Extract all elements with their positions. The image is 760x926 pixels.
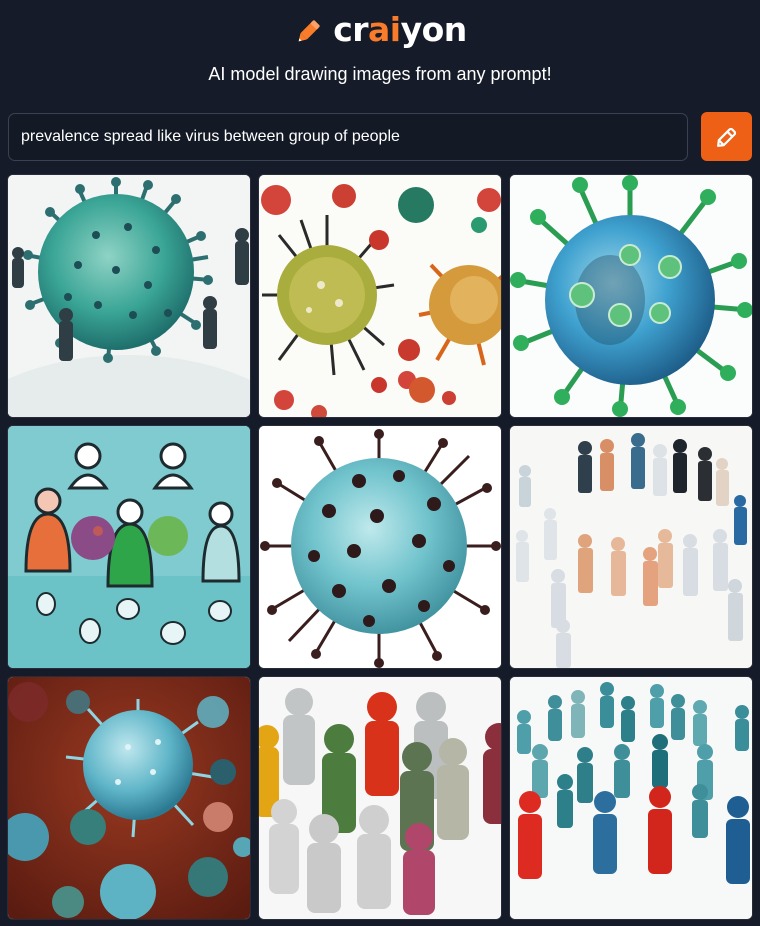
virus-image [259, 175, 501, 417]
logo-accent: ai [368, 10, 401, 49]
virus-image [510, 175, 752, 417]
people-image [510, 677, 752, 919]
virus-image [259, 426, 501, 668]
image-grid [8, 175, 752, 919]
logo-suffix: yon [400, 10, 468, 49]
generated-image-4[interactable] [8, 426, 250, 668]
logo[interactable]: craiyon [0, 10, 760, 50]
pencil-icon [716, 127, 736, 147]
generated-image-8[interactable] [259, 677, 501, 919]
generated-image-6[interactable] [510, 426, 752, 668]
pencil-icon [298, 20, 320, 42]
craiyon-page: craiyon AI model drawing images from any… [0, 0, 760, 926]
logo-prefix: cr [333, 10, 369, 49]
generated-image-5[interactable] [259, 426, 501, 668]
virus-image [8, 175, 250, 417]
prompt-input[interactable] [8, 113, 688, 161]
generated-image-7[interactable] [8, 677, 250, 919]
generated-image-3[interactable] [510, 175, 752, 417]
generated-image-1[interactable] [8, 175, 250, 417]
people-image [510, 426, 752, 668]
draw-button[interactable] [701, 112, 752, 161]
people-image [8, 426, 250, 668]
generated-image-2[interactable] [259, 175, 501, 417]
logo-wordmark: craiyon [333, 10, 467, 50]
tagline: AI model drawing images from any prompt! [208, 64, 552, 84]
virus-image [8, 677, 250, 919]
people-image [259, 677, 501, 919]
generated-image-9[interactable] [510, 677, 752, 919]
